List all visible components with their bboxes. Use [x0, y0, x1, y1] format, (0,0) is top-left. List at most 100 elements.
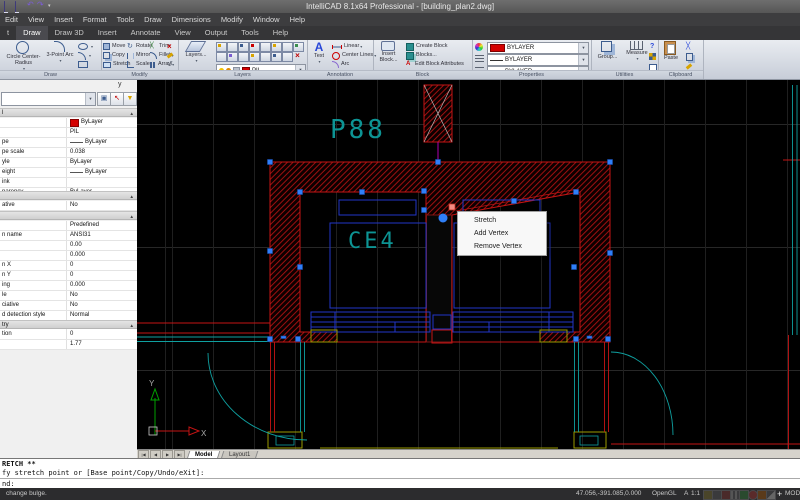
ribbon-tab-view[interactable]: View — [168, 26, 198, 40]
layer-tool-icon[interactable] — [260, 42, 271, 52]
teal-door-lines[interactable] — [137, 85, 797, 440]
property-row-pattern-name[interactable]: n nameANSI31 — [0, 231, 137, 241]
threshold-blocks[interactable] — [268, 330, 606, 448]
property-row-type[interactable]: Predefined — [0, 221, 137, 231]
text-button[interactable]: A Text▾ — [309, 41, 329, 65]
collapse-icon[interactable]: ▲ — [130, 212, 134, 221]
layers-button[interactable]: Layers...▾ — [180, 41, 212, 64]
command-splitter[interactable] — [0, 478, 800, 479]
property-row-origin-x[interactable]: n X0 — [0, 261, 137, 271]
section-pattern[interactable]: ▲ — [0, 191, 137, 200]
ellipse-button[interactable]: ▾ — [78, 42, 93, 51]
select-entities-icon[interactable]: ↖ — [110, 92, 124, 106]
property-row-double[interactable]: leNo — [0, 291, 137, 301]
property-row-annotative[interactable]: ativeNo — [0, 201, 137, 211]
property-row-layer[interactable]: PIL — [0, 128, 137, 138]
scale-button[interactable]: Scale — [127, 60, 150, 69]
layer-tool-icon[interactable] — [271, 42, 282, 52]
menu-format[interactable]: Format — [78, 13, 112, 26]
menu-help[interactable]: Help — [285, 13, 310, 26]
layer-delete-icon[interactable]: × — [293, 52, 302, 60]
property-row-color[interactable]: ByLayer — [0, 118, 137, 128]
menu-insert[interactable]: Insert — [49, 13, 78, 26]
linear-dimension-button[interactable]: Linear▾ — [332, 42, 362, 51]
menu-dimensions[interactable]: Dimensions — [167, 13, 216, 26]
entity-selector-combo[interactable]: ▼ — [1, 92, 96, 106]
group-button[interactable]: Group... — [594, 41, 621, 60]
ribbon-tab-insert[interactable]: Insert — [91, 26, 124, 40]
section-general[interactable]: l▲ — [0, 108, 137, 117]
hot-grip-handle[interactable] — [449, 204, 455, 210]
color-combo[interactable]: BYLAYER ▼ — [487, 42, 589, 54]
layer-tool-icon[interactable] — [227, 52, 238, 62]
annotation-scale-icon[interactable]: A — [684, 488, 688, 500]
layer-tool-icon[interactable] — [238, 52, 249, 62]
rotate-button[interactable]: ↻Rotate — [127, 42, 152, 51]
match-properties-button[interactable]: ↺ — [167, 60, 173, 69]
layer-tool-icon[interactable] — [249, 52, 260, 62]
section-pattern-2[interactable]: ▲ — [0, 211, 137, 220]
copy-button[interactable]: Copy — [103, 51, 125, 60]
three-point-arc-button[interactable]: 3-Point Arc▾ — [46, 41, 74, 64]
coordinates-readout[interactable]: 47.056,-391.085,0.000 — [576, 488, 641, 500]
quick-select-icon[interactable]: ▣ — [97, 92, 111, 106]
chevron-down-icon[interactable]: ▼ — [578, 55, 588, 65]
property-row-plot-style[interactable]: yleByLayer — [0, 158, 137, 168]
filter-icon[interactable]: ▼ — [123, 92, 137, 106]
ribbon-tab-output[interactable]: Output — [198, 26, 235, 40]
mirror-button[interactable]: Mirror — [127, 51, 150, 60]
rectangle-button[interactable] — [78, 60, 90, 69]
cut-button[interactable]: ╳ — [686, 42, 690, 51]
polyline-button[interactable]: ▾ — [78, 51, 91, 60]
palette-grid-icon[interactable] — [649, 53, 656, 60]
ribbon-tab-fragment[interactable]: t — [0, 26, 16, 40]
menu-edit[interactable]: Edit — [0, 13, 23, 26]
circle-center-radius-button[interactable]: Circle Center-Radius▾ — [2, 41, 45, 72]
drawing-canvas[interactable]: P88 CE4 Y X — [137, 80, 800, 449]
measure-button[interactable]: Measure▾ — [624, 41, 650, 62]
context-menu-item-remove-vertex[interactable]: Remove Vertex — [458, 240, 546, 253]
paste-button[interactable]: Paste — [660, 41, 682, 61]
selected-vertex-dot[interactable] — [439, 214, 448, 223]
command-window[interactable]: RETCH ** fy stretch point or [Base point… — [0, 458, 800, 489]
context-menu-item-stretch[interactable]: Stretch — [458, 214, 546, 227]
property-row-area[interactable]: 1.77 — [0, 340, 137, 350]
layer-tool-icon[interactable] — [227, 42, 238, 52]
erase-button[interactable]: × — [167, 42, 172, 51]
collapse-icon[interactable]: ▲ — [130, 321, 134, 330]
blocks-button[interactable]: Blocks... — [406, 51, 437, 60]
collapse-icon[interactable]: ▲ — [130, 192, 134, 201]
layer-tool-icon[interactable] — [271, 52, 282, 62]
ribbon-tab-help[interactable]: Help — [266, 26, 295, 40]
property-row-linetype[interactable]: peByLayer — [0, 138, 137, 148]
label-ce4[interactable]: CE4 — [348, 229, 397, 254]
property-row-elevation[interactable]: tion0 — [0, 330, 137, 340]
collapse-icon[interactable]: ▲ — [130, 109, 134, 118]
property-row-linetype-scale[interactable]: pe scale0.038 — [0, 148, 137, 158]
menu-tools[interactable]: Tools — [112, 13, 140, 26]
command-input-line[interactable]: nd: — [2, 480, 15, 488]
center-lines-button[interactable]: Center Lines▾ — [332, 51, 376, 60]
menu-view[interactable]: View — [23, 13, 49, 26]
plus-icon[interactable]: + — [777, 488, 782, 500]
edit-block-attributes-button[interactable]: AEdit Block Attributes — [406, 60, 464, 69]
layer-tool-icon[interactable] — [238, 42, 249, 52]
layer-tool-icon[interactable] — [249, 42, 260, 52]
move-button[interactable]: Move — [103, 42, 125, 51]
ribbon-tab-tools[interactable]: Tools — [234, 26, 266, 40]
property-row-spacing[interactable]: ing0.000 — [0, 281, 137, 291]
explode-button[interactable] — [167, 51, 175, 60]
ribbon-tab-annotate[interactable]: Annotate — [124, 26, 168, 40]
chevron-down-icon[interactable]: ▼ — [578, 43, 588, 53]
model-space-toggle[interactable]: MODEL — [785, 488, 800, 500]
label-p88[interactable]: P88 — [330, 115, 386, 145]
hatched-column[interactable] — [424, 85, 452, 142]
section-geometry[interactable]: try▲ — [0, 320, 137, 329]
layer-tool-icon[interactable] — [216, 52, 227, 62]
menu-draw[interactable]: Draw — [139, 13, 167, 26]
insert-block-button[interactable]: Insert Block... — [375, 41, 402, 63]
copy-clipboard-button[interactable] — [686, 52, 695, 61]
menu-window[interactable]: Window — [248, 13, 285, 26]
help-tip-icon[interactable]: ? — [650, 43, 654, 50]
chevron-down-icon[interactable]: ▼ — [85, 93, 95, 105]
